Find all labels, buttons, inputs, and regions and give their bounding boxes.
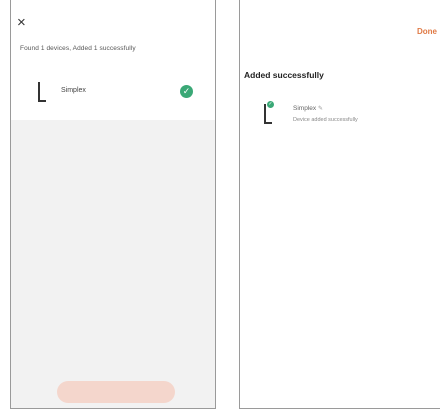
page-title: Added successfully xyxy=(244,70,324,80)
added-device-item[interactable]: ✓ Simplex ✎ Device added successfully xyxy=(240,98,440,134)
close-icon[interactable]: × xyxy=(17,15,26,30)
device-name: Simplex xyxy=(61,87,86,94)
floor-lamp-icon xyxy=(35,82,47,102)
done-button-top[interactable]: Done xyxy=(417,27,437,36)
found-devices-message: Found 1 devices, Added 1 successfully xyxy=(20,45,136,52)
success-dot-icon: ✓ xyxy=(267,101,274,108)
device-list-item[interactable]: Simplex ✓ xyxy=(11,78,215,116)
left-phone-screen: × Found 1 devices, Added 1 successfully … xyxy=(10,0,216,409)
edit-icon[interactable]: ✎ xyxy=(318,105,323,112)
device-status-text: Device added successfully xyxy=(293,117,358,123)
right-phone-screen: Done Added successfully ✓ Simplex ✎ Devi… xyxy=(239,0,440,409)
device-name: Simplex xyxy=(293,105,317,112)
device-list-panel: × Found 1 devices, Added 1 successfully … xyxy=(11,0,215,120)
done-button[interactable] xyxy=(57,381,175,403)
check-circle-icon: ✓ xyxy=(180,85,193,98)
